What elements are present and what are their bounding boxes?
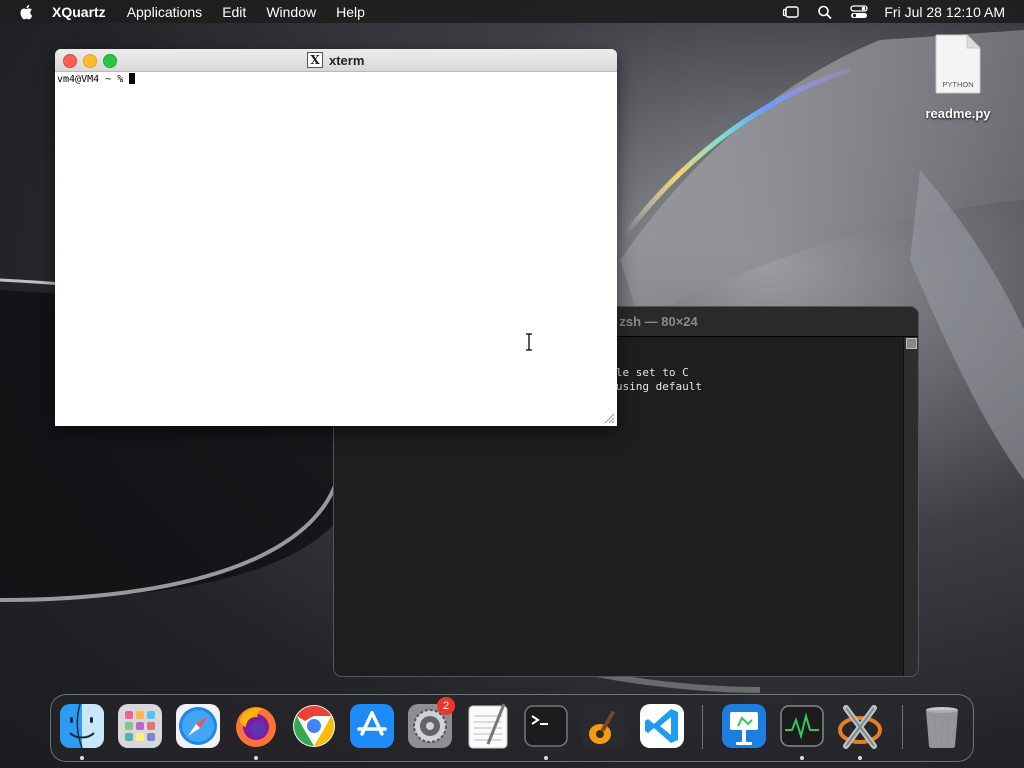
dock-keynote[interactable] xyxy=(720,702,768,750)
xterm-titlebar[interactable]: X xterm xyxy=(55,49,617,72)
menu-bar: XQuartz Applications Edit Window Help Fr… xyxy=(0,0,1024,23)
dock-safari[interactable] xyxy=(174,702,222,750)
safari-icon xyxy=(176,704,220,748)
dock-garageband[interactable] xyxy=(580,702,628,750)
chrome-icon xyxy=(293,705,335,747)
desktop-file-readme[interactable]: PYTHON readme.py xyxy=(920,34,996,121)
menu-app-name[interactable]: XQuartz xyxy=(52,4,106,20)
garageband-icon xyxy=(582,704,626,748)
menu-window[interactable]: Window xyxy=(266,4,316,20)
dock-xquartz[interactable] xyxy=(836,702,884,750)
text-cursor xyxy=(129,73,136,84)
shell-prompt: vm4@VM4 ~ % xyxy=(57,74,130,85)
textedit-icon xyxy=(468,703,508,749)
app-store-icon xyxy=(350,704,394,748)
dock-app-store[interactable] xyxy=(348,702,396,750)
close-button[interactable] xyxy=(63,54,77,68)
control-center-icon[interactable] xyxy=(850,4,869,20)
xterm-window[interactable]: X xterm vm4@VM4 ~ % xyxy=(55,49,617,426)
ibeam-cursor-icon xyxy=(526,333,532,351)
vscode-icon xyxy=(640,704,684,748)
activity-monitor-icon xyxy=(780,705,824,747)
finder-icon xyxy=(60,703,104,749)
scrollbar-thumb[interactable] xyxy=(906,338,917,349)
notification-badge: 2 xyxy=(437,697,455,715)
dock-textedit[interactable] xyxy=(464,702,512,750)
xterm-title: X xterm xyxy=(307,52,364,68)
python-file-icon: PYTHON xyxy=(935,34,981,94)
dock-firefox[interactable] xyxy=(232,702,280,750)
terminal-scrollbar[interactable] xyxy=(903,337,918,676)
menu-applications[interactable]: Applications xyxy=(127,4,203,20)
xquartz-icon xyxy=(838,705,882,749)
desktop-file-label: readme.py xyxy=(925,106,991,121)
dock: 2 xyxy=(50,694,974,762)
dock-system-settings[interactable]: 2 xyxy=(406,697,455,750)
menu-clock[interactable]: Fri Jul 28 12:10 AM xyxy=(884,4,1005,20)
file-type-label: PYTHON xyxy=(942,80,973,89)
stage-manager-icon[interactable] xyxy=(782,4,800,20)
trash-icon xyxy=(926,707,958,748)
xterm-terminal-area[interactable]: vm4@VM4 ~ % xyxy=(57,73,136,85)
dock-terminal[interactable] xyxy=(522,702,570,750)
dock-launchpad[interactable] xyxy=(116,702,164,750)
dock-trash[interactable] xyxy=(918,702,966,750)
dock-finder[interactable] xyxy=(58,702,106,750)
dock-chrome[interactable] xyxy=(290,702,338,750)
spotlight-search-icon[interactable] xyxy=(816,4,834,20)
xterm-title-text: xterm xyxy=(329,52,365,68)
minimize-button[interactable] xyxy=(83,54,97,68)
menu-edit[interactable]: Edit xyxy=(222,4,246,20)
terminal-icon xyxy=(524,705,568,747)
apple-menu-icon[interactable] xyxy=(18,3,36,21)
keynote-icon xyxy=(722,704,766,748)
launchpad-icon xyxy=(118,704,162,748)
resize-grip-icon[interactable] xyxy=(603,412,615,424)
x11-logo-icon: X xyxy=(307,52,323,68)
menu-help[interactable]: Help xyxy=(336,4,365,20)
zoom-button[interactable] xyxy=(103,54,117,68)
dock-activity-monitor[interactable] xyxy=(778,702,826,750)
dock-vscode[interactable] xyxy=(638,702,686,750)
firefox-icon xyxy=(236,707,276,747)
